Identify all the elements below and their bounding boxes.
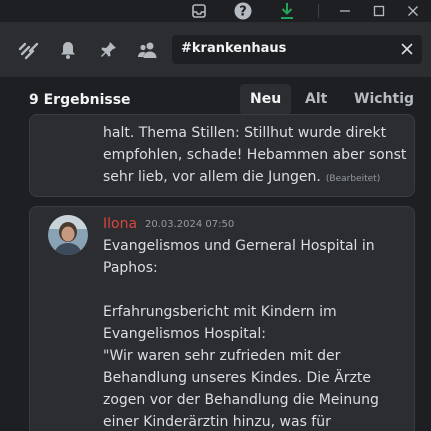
titlebar-divider [318,4,319,18]
inbox-icon[interactable] [189,0,209,22]
minimize-icon[interactable] [332,0,358,22]
message-text: Evangelismos und Gerneral Hospital in Pa… [103,238,379,430]
avatar[interactable] [48,215,88,255]
results-count: 9 Ergebnisse [29,92,131,108]
tab-newest[interactable]: Neu [240,84,292,115]
threads-icon[interactable] [17,38,41,62]
message-timestamp: 20.03.2024 07:50 [145,219,235,230]
message-author[interactable]: Ilona [103,216,137,232]
tab-oldest[interactable]: Alt [295,84,337,115]
edited-label: (Bearbeitet) [325,174,381,184]
message-body: halt. Thema Stillen: Stillhut wurde dire… [103,122,408,188]
search-result-card[interactable]: halt. Thema Stillen: Stillhut wurde dire… [29,114,415,197]
help-icon[interactable]: ? [232,0,254,22]
channel-toolbar: #krankenhaus [0,22,431,78]
close-icon[interactable] [400,0,426,22]
message-body: Evangelismos und Gerneral Hospital in Pa… [103,235,408,431]
maximize-icon[interactable] [366,0,392,22]
search-input[interactable]: #krankenhaus [181,41,286,56]
bell-icon[interactable] [56,38,80,62]
search-field[interactable]: #krankenhaus [172,35,422,64]
window-titlebar: ? [0,0,431,22]
members-icon[interactable] [136,38,160,62]
clear-search-icon[interactable] [398,40,416,58]
search-results-panel: 9 Ergebnisse Neu Alt Wichtig halt. Thema… [0,78,431,431]
search-result-card[interactable]: Ilona 20.03.2024 07:50 Evangelismos und … [29,206,415,431]
tab-relevant[interactable]: Wichtig [344,84,424,115]
download-icon[interactable] [277,0,297,22]
svg-text:?: ? [239,5,247,20]
pin-icon[interactable] [96,38,120,62]
